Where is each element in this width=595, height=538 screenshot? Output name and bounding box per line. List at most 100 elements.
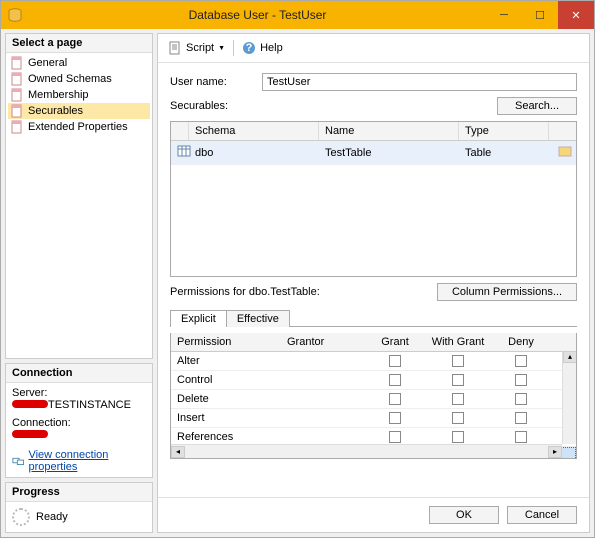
window: Database User - TestUser ─ ☐ ✕ Select a …: [0, 0, 595, 538]
page-selector-panel: Select a page General Owned Schemas Memb…: [5, 33, 153, 359]
username-label: User name:: [170, 76, 252, 88]
deny-checkbox[interactable]: [515, 412, 527, 424]
server-label: Server:: [12, 387, 146, 399]
page-icon: [10, 72, 24, 86]
app-icon: [7, 7, 23, 23]
col-name[interactable]: Name: [319, 122, 459, 140]
scroll-left-icon[interactable]: ◂: [171, 446, 185, 458]
chevron-down-icon: ▼: [218, 45, 225, 52]
col-grant[interactable]: Grant: [367, 333, 423, 351]
securables-grid[interactable]: Schema Name Type dbo TestTable Table: [170, 121, 577, 277]
sidebar-item-owned-schemas[interactable]: Owned Schemas: [8, 71, 150, 87]
permissions-header-row: Permissions for dbo.TestTable: Column Pe…: [170, 283, 577, 301]
help-button[interactable]: ? Help: [242, 41, 283, 55]
scrollbar-vertical[interactable]: ▴: [562, 351, 576, 444]
col-schema[interactable]: Schema: [189, 122, 319, 140]
grant-checkbox[interactable]: [389, 393, 401, 405]
progress-panel: Progress Ready: [5, 482, 153, 533]
spinner-icon: [12, 508, 30, 526]
script-button[interactable]: Script ▼: [168, 41, 225, 55]
cancel-button[interactable]: Cancel: [507, 506, 577, 524]
scrollbar-horizontal[interactable]: ◂▸: [171, 444, 562, 458]
page-icon: [10, 120, 24, 134]
browse-icon[interactable]: [558, 144, 572, 158]
svg-text:?: ?: [246, 42, 253, 54]
window-title: Database User - TestUser: [29, 8, 486, 22]
view-connection-row: View connection properties: [12, 449, 146, 473]
maximize-button[interactable]: ☐: [522, 1, 558, 29]
sidebar-item-extended-properties[interactable]: Extended Properties: [8, 119, 150, 135]
deny-checkbox[interactable]: [515, 374, 527, 386]
scroll-right-icon[interactable]: ▸: [548, 446, 562, 458]
close-button[interactable]: ✕: [558, 1, 594, 29]
col-deny[interactable]: Deny: [493, 333, 549, 351]
col-grantor[interactable]: Grantor: [281, 333, 367, 351]
connection-panel: Connection Server: TESTINSTANCE Connecti…: [5, 363, 153, 478]
securables-header-row: Securables: Search...: [170, 97, 577, 115]
permissions-grid-header: Permission Grantor Grant With Grant Deny: [171, 333, 576, 352]
dialog-footer: OK Cancel: [158, 497, 589, 532]
minimize-button[interactable]: ─: [486, 1, 522, 29]
grant-checkbox[interactable]: [389, 355, 401, 367]
perm-grantor: [281, 371, 367, 389]
perm-name: Control: [171, 371, 281, 389]
withgrant-checkbox[interactable]: [452, 374, 464, 386]
page-icon: [10, 56, 24, 70]
page-icon: [10, 104, 24, 118]
progress-body: Ready: [6, 502, 152, 532]
window-buttons: ─ ☐ ✕: [486, 1, 594, 29]
withgrant-checkbox[interactable]: [452, 412, 464, 424]
tab-effective[interactable]: Effective: [226, 310, 290, 327]
ok-button[interactable]: OK: [429, 506, 499, 524]
col-permission[interactable]: Permission: [171, 333, 281, 351]
permissions-tabs: Explicit Effective: [170, 309, 577, 327]
grant-checkbox[interactable]: [389, 412, 401, 424]
username-input[interactable]: [262, 73, 577, 91]
connection-body: Server: TESTINSTANCE Connection: View co…: [6, 383, 152, 477]
withgrant-checkbox[interactable]: [452, 393, 464, 405]
deny-checkbox[interactable]: [515, 355, 527, 367]
column-permissions-button[interactable]: Column Permissions...: [437, 283, 577, 301]
sidebar-item-membership[interactable]: Membership: [8, 87, 150, 103]
sidebar-item-general[interactable]: General: [8, 55, 150, 71]
col-type[interactable]: Type: [459, 122, 549, 140]
page-list: General Owned Schemas Membership Securab…: [6, 53, 152, 141]
help-icon: ?: [242, 41, 256, 55]
permission-row[interactable]: Delete: [171, 390, 576, 409]
perm-name: Delete: [171, 390, 281, 408]
content: Select a page General Owned Schemas Memb…: [1, 29, 594, 537]
connection-label: Connection:: [12, 417, 146, 429]
perm-name: Alter: [171, 352, 281, 370]
col-withgrant[interactable]: With Grant: [423, 333, 493, 351]
connection-icon: [12, 454, 24, 468]
script-icon: [168, 41, 182, 55]
permission-row[interactable]: Insert: [171, 409, 576, 428]
tab-explicit[interactable]: Explicit: [170, 310, 227, 327]
perm-grantor: [281, 409, 367, 427]
scroll-up-icon[interactable]: ▴: [563, 351, 577, 363]
redacted-icon: [12, 430, 48, 438]
toolbar: Script ▼ ? Help: [158, 34, 589, 63]
sidebar-item-securables[interactable]: Securables: [8, 103, 150, 119]
deny-checkbox[interactable]: [515, 393, 527, 405]
titlebar: Database User - TestUser ─ ☐ ✕: [1, 1, 594, 29]
search-button[interactable]: Search...: [497, 97, 577, 115]
permission-row[interactable]: Alter: [171, 352, 576, 371]
permissions-grid[interactable]: Permission Grantor Grant With Grant Deny…: [170, 333, 577, 459]
securables-row[interactable]: dbo TestTable Table: [171, 141, 576, 165]
grant-checkbox[interactable]: [389, 374, 401, 386]
separator: [233, 40, 234, 56]
deny-checkbox[interactable]: [515, 431, 527, 443]
grant-checkbox[interactable]: [389, 431, 401, 443]
securables-grid-header: Schema Name Type: [171, 122, 576, 141]
connection-value: [12, 429, 146, 441]
view-connection-link[interactable]: View connection properties: [28, 449, 146, 473]
page-icon: [10, 88, 24, 102]
perm-grantor: [281, 352, 367, 370]
withgrant-checkbox[interactable]: [452, 431, 464, 443]
left-pane: Select a page General Owned Schemas Memb…: [5, 33, 153, 533]
progress-status: Ready: [36, 511, 68, 523]
withgrant-checkbox[interactable]: [452, 355, 464, 367]
permission-row[interactable]: Control: [171, 371, 576, 390]
username-row: User name:: [170, 73, 577, 91]
